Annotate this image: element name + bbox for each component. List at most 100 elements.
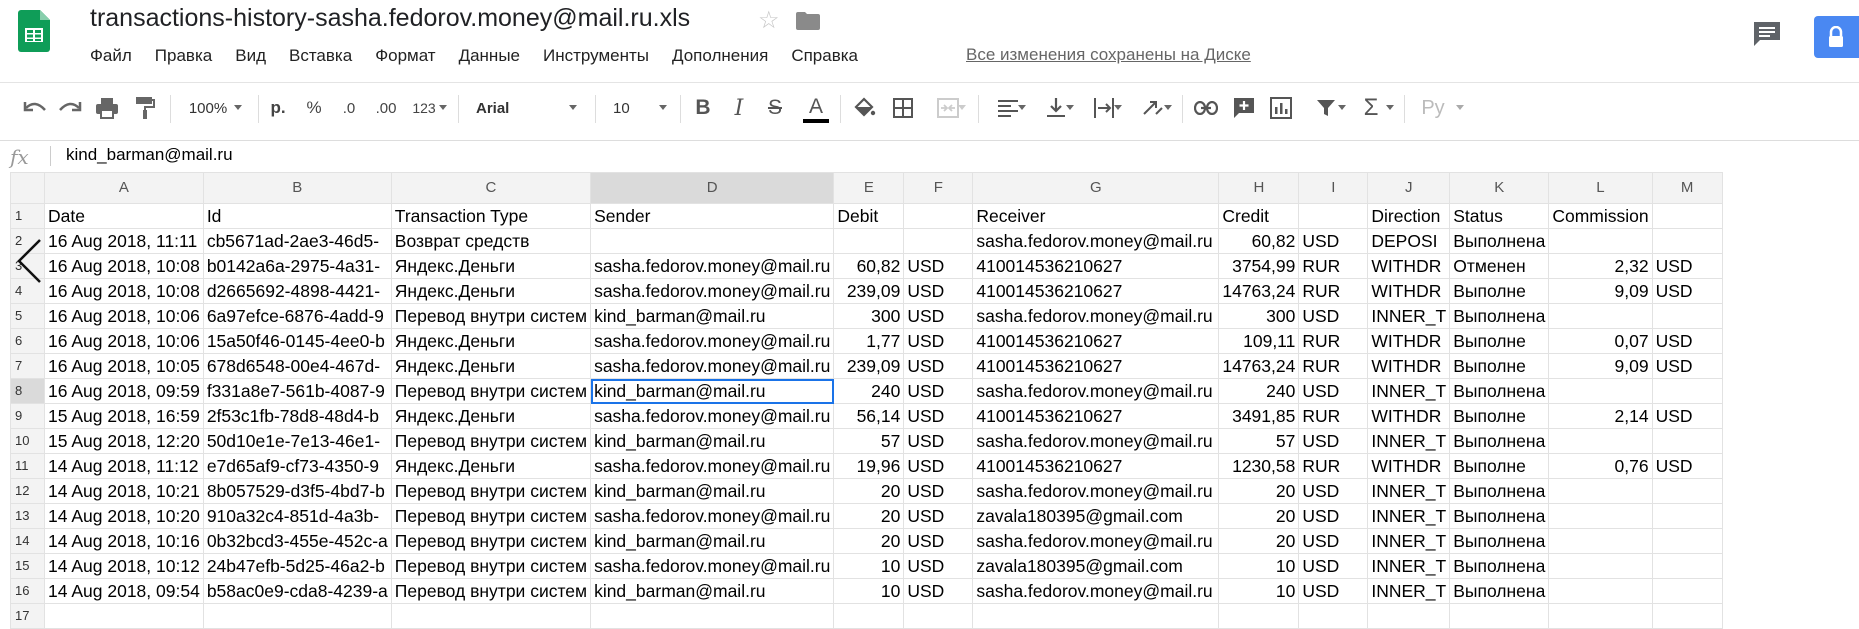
cell-g12[interactable]: sasha.fedorov.money@mail.ru [972, 478, 1220, 504]
cell-h14[interactable]: 20 [1218, 528, 1300, 554]
cell-k3[interactable]: Отменен [1449, 253, 1550, 279]
cell-f8[interactable]: USD [903, 378, 974, 404]
menu-edit[interactable]: Правка [155, 46, 212, 68]
cell-b5[interactable]: 6a97efce-6876-4add-9 [202, 303, 392, 329]
cell-f15[interactable]: USD [903, 553, 974, 579]
cell-f11[interactable]: USD [903, 453, 974, 479]
cell-g9[interactable]: 410014536210627 [972, 403, 1220, 429]
cell-l13[interactable] [1548, 503, 1653, 529]
cell-i4[interactable]: RUR [1298, 278, 1369, 304]
cell-k9[interactable]: Выполне [1449, 403, 1550, 429]
cell-j5[interactable]: INNER_T [1367, 303, 1451, 329]
cell-g17[interactable] [972, 603, 1220, 629]
fill-color-icon[interactable] [850, 83, 878, 133]
cell-m11[interactable]: USD [1651, 453, 1723, 479]
row-header[interactable]: 12 [10, 478, 45, 504]
spreadsheet-grid[interactable]: ABCDEFGHIJKLM 1 Date Id Transaction Type Sen… [10, 172, 1723, 629]
cell-b17[interactable] [202, 603, 392, 629]
cell-c10[interactable]: Перевод внутри систем [390, 428, 592, 454]
cell-h13[interactable]: 20 [1218, 503, 1300, 529]
cell-h8[interactable]: 240 [1218, 378, 1300, 404]
cell-j9[interactable]: WITHDR [1367, 403, 1451, 429]
cell-a17[interactable] [44, 603, 204, 629]
cell-k14[interactable]: Выполнена [1449, 528, 1550, 554]
currency-format-button[interactable]: р. [265, 83, 291, 133]
cell-l3[interactable]: 2,32 [1548, 253, 1653, 279]
cell-e8[interactable]: 240 [833, 378, 905, 404]
cell-l10[interactable] [1548, 428, 1653, 454]
cell-k4[interactable]: Выполне [1449, 278, 1550, 304]
undo-icon[interactable] [20, 83, 50, 133]
cell-f16[interactable]: USD [903, 578, 974, 604]
cell-d17[interactable] [590, 603, 835, 629]
cell-d7[interactable]: sasha.fedorov.money@mail.ru [590, 353, 835, 379]
cell-c3[interactable]: Яндекс.Деньги [390, 253, 592, 279]
cell-f17[interactable] [903, 603, 974, 629]
cell-l7[interactable]: 9,09 [1548, 353, 1653, 379]
column-header-e[interactable]: E [833, 172, 905, 204]
cell-c12[interactable]: Перевод внутри систем [390, 478, 592, 504]
cell-k12[interactable]: Выполнена [1449, 478, 1550, 504]
cell-i9[interactable]: RUR [1298, 403, 1369, 429]
cell-h5[interactable]: 300 [1218, 303, 1300, 329]
comments-icon[interactable] [1752, 20, 1782, 48]
cell-l2[interactable] [1548, 228, 1653, 254]
cell-a12[interactable]: 14 Aug 2018, 10:21 [44, 478, 204, 504]
cell-b12[interactable]: 8b057529-d3f5-4bd7-b [202, 478, 392, 504]
menu-file[interactable]: Файл [90, 46, 132, 68]
cell-j16[interactable]: INNER_T [1367, 578, 1451, 604]
cell-i5[interactable]: USD [1298, 303, 1369, 329]
cell-a2[interactable]: 16 Aug 2018, 11:11 [44, 228, 204, 254]
menu-help[interactable]: Справка [791, 46, 858, 68]
cell-j15[interactable]: INNER_T [1367, 553, 1451, 579]
cell-a6[interactable]: 16 Aug 2018, 10:06 [44, 328, 204, 354]
cell-a14[interactable]: 14 Aug 2018, 10:16 [44, 528, 204, 554]
row-header[interactable]: 7 [10, 353, 45, 379]
cell-d9[interactable]: sasha.fedorov.money@mail.ru [590, 403, 835, 429]
cell-f12[interactable]: USD [903, 478, 974, 504]
cell-l4[interactable]: 9,09 [1548, 278, 1653, 304]
cell-c11[interactable]: Яндекс.Деньги [390, 453, 592, 479]
cell-d5[interactable]: kind_barman@mail.ru [590, 303, 835, 329]
cell-i11[interactable]: RUR [1298, 453, 1369, 479]
cell-b15[interactable]: 24b47efb-5d25-46a2-b [202, 553, 392, 579]
paint-format-icon[interactable] [130, 83, 160, 133]
cell-k16[interactable]: Выполнена [1449, 578, 1550, 604]
cell-e3[interactable]: 60,82 [833, 253, 905, 279]
cell-g14[interactable]: sasha.fedorov.money@mail.ru [972, 528, 1220, 554]
cell-g6[interactable]: 410014536210627 [972, 328, 1220, 354]
cell-i1[interactable] [1298, 203, 1369, 229]
cell-i8[interactable]: USD [1298, 378, 1369, 404]
row-header[interactable]: 11 [10, 453, 45, 479]
cell-m14[interactable] [1651, 528, 1723, 554]
cell-g8[interactable]: sasha.fedorov.money@mail.ru [972, 378, 1220, 404]
cell-a3[interactable]: 16 Aug 2018, 10:08 [44, 253, 204, 279]
cell-e6[interactable]: 1,77 [833, 328, 905, 354]
cell-g5[interactable]: sasha.fedorov.money@mail.ru [972, 303, 1220, 329]
cell-c17[interactable] [390, 603, 592, 629]
column-header-a[interactable]: A [44, 172, 204, 204]
insert-comment-icon[interactable] [1230, 83, 1258, 133]
functions-icon[interactable]: Σ [1356, 83, 1396, 133]
cell-i2[interactable]: USD [1298, 228, 1369, 254]
menu-tools[interactable]: Инструменты [543, 46, 649, 68]
column-header-b[interactable]: B [202, 172, 392, 204]
cell-l12[interactable] [1548, 478, 1653, 504]
cell-b1[interactable]: Id [202, 203, 392, 229]
cell-m6[interactable]: USD [1651, 328, 1723, 354]
cell-e9[interactable]: 56,14 [833, 403, 905, 429]
zoom-select[interactable]: 100% [182, 83, 252, 133]
cell-k10[interactable]: Выполнена [1449, 428, 1550, 454]
text-color-icon[interactable]: A [800, 83, 832, 133]
star-icon[interactable]: ☆ [758, 6, 780, 35]
cell-a8[interactable]: 16 Aug 2018, 09:59 [44, 378, 204, 404]
cell-j11[interactable]: WITHDR [1367, 453, 1451, 479]
cell-c9[interactable]: Яндекс.Деньги [390, 403, 592, 429]
cell-e16[interactable]: 10 [833, 578, 905, 604]
cell-m12[interactable] [1651, 478, 1723, 504]
cell-k17[interactable] [1449, 603, 1550, 629]
cell-b9[interactable]: 2f53c1fb-78d8-48d4-b [202, 403, 392, 429]
cell-e5[interactable]: 300 [833, 303, 905, 329]
cell-g7[interactable]: 410014536210627 [972, 353, 1220, 379]
cell-m2[interactable] [1651, 228, 1723, 254]
